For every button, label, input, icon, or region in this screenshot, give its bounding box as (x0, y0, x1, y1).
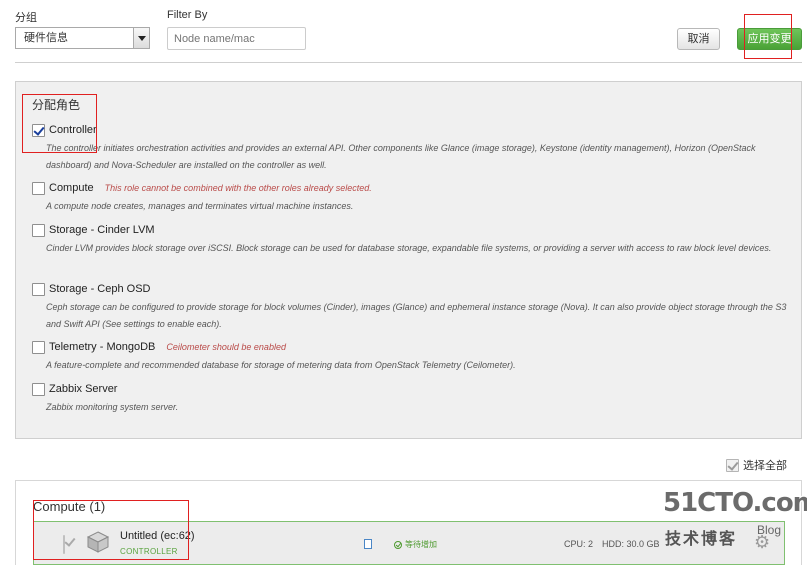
group-select[interactable]: 硬件信息 (15, 27, 150, 49)
role-description: A compute node creates, manages and term… (46, 201, 354, 211)
role-name[interactable]: Compute (49, 182, 94, 194)
role-checkbox-storage-cinder-lvm[interactable] (32, 223, 45, 237)
role-storage-ceph-osd: Storage - Ceph OSD Ceph storage can be c… (32, 281, 792, 333)
group-select-value: 硬件信息 (24, 32, 68, 44)
roles-panel: 分配角色 Controller The controller initiates… (15, 81, 802, 439)
check-circle-icon (394, 540, 402, 549)
role-name[interactable]: Storage - Ceph OSD (49, 283, 151, 295)
role-description: Ceph storage can be configured to provid… (46, 302, 787, 329)
role-description: Zabbix monitoring system server. (46, 402, 179, 412)
role-warning: This role cannot be combined with the ot… (104, 183, 372, 193)
select-all-checkbox[interactable] (726, 458, 739, 472)
role-storage-cinder-lvm: Storage - Cinder LVM Cinder LVM provides… (32, 222, 792, 257)
role-zabbix-server: Zabbix Server Zabbix monitoring system s… (32, 381, 792, 416)
role-telemetry-mongodb: Telemetry - MongoDB Ceilometer should be… (32, 339, 792, 374)
role-compute: Compute This role cannot be combined wit… (32, 180, 792, 215)
annotation-box-apply (744, 14, 792, 59)
node-status: 等待增加 (394, 539, 437, 550)
role-description: A feature-complete and recommended datab… (46, 360, 516, 370)
role-checkbox-storage-ceph-osd[interactable] (32, 282, 45, 296)
role-name[interactable]: Storage - Cinder LVM (49, 224, 155, 236)
watermark-site: 51CTO.com (663, 488, 807, 518)
chevron-down-icon[interactable] (133, 28, 149, 48)
role-warning: Ceilometer should be enabled (166, 342, 286, 352)
select-all[interactable]: 选择全部 (726, 457, 787, 473)
node-status-text: 等待增加 (405, 540, 437, 549)
document-icon[interactable] (364, 539, 372, 549)
cancel-button[interactable]: 取消 (677, 28, 720, 50)
role-description: The controller initiates orchestration a… (46, 143, 756, 170)
role-controller: Controller The controller initiates orch… (32, 122, 792, 174)
role-name[interactable]: Zabbix Server (49, 383, 117, 395)
annotation-box-compute (33, 500, 189, 560)
annotation-box-roles (22, 94, 97, 153)
watermark-tagline: 技术博客 (665, 531, 738, 548)
filter-input[interactable] (167, 27, 306, 50)
node-hdd: HDD: 30.0 GB (602, 539, 660, 549)
role-checkbox-zabbix-server[interactable] (32, 382, 45, 396)
role-name[interactable]: Telemetry - MongoDB (49, 341, 155, 353)
role-description: Cinder LVM provides block storage over i… (46, 243, 772, 253)
filter-label: Filter By (167, 9, 208, 21)
group-label: 分组 (15, 12, 37, 24)
role-checkbox-telemetry-mongodb[interactable] (32, 340, 45, 354)
divider (15, 62, 802, 63)
watermark-blog: Blog (757, 523, 782, 537)
role-checkbox-compute[interactable] (32, 181, 45, 195)
select-all-label[interactable]: 选择全部 (743, 457, 787, 473)
node-cpu: CPU: 2 (564, 539, 594, 549)
